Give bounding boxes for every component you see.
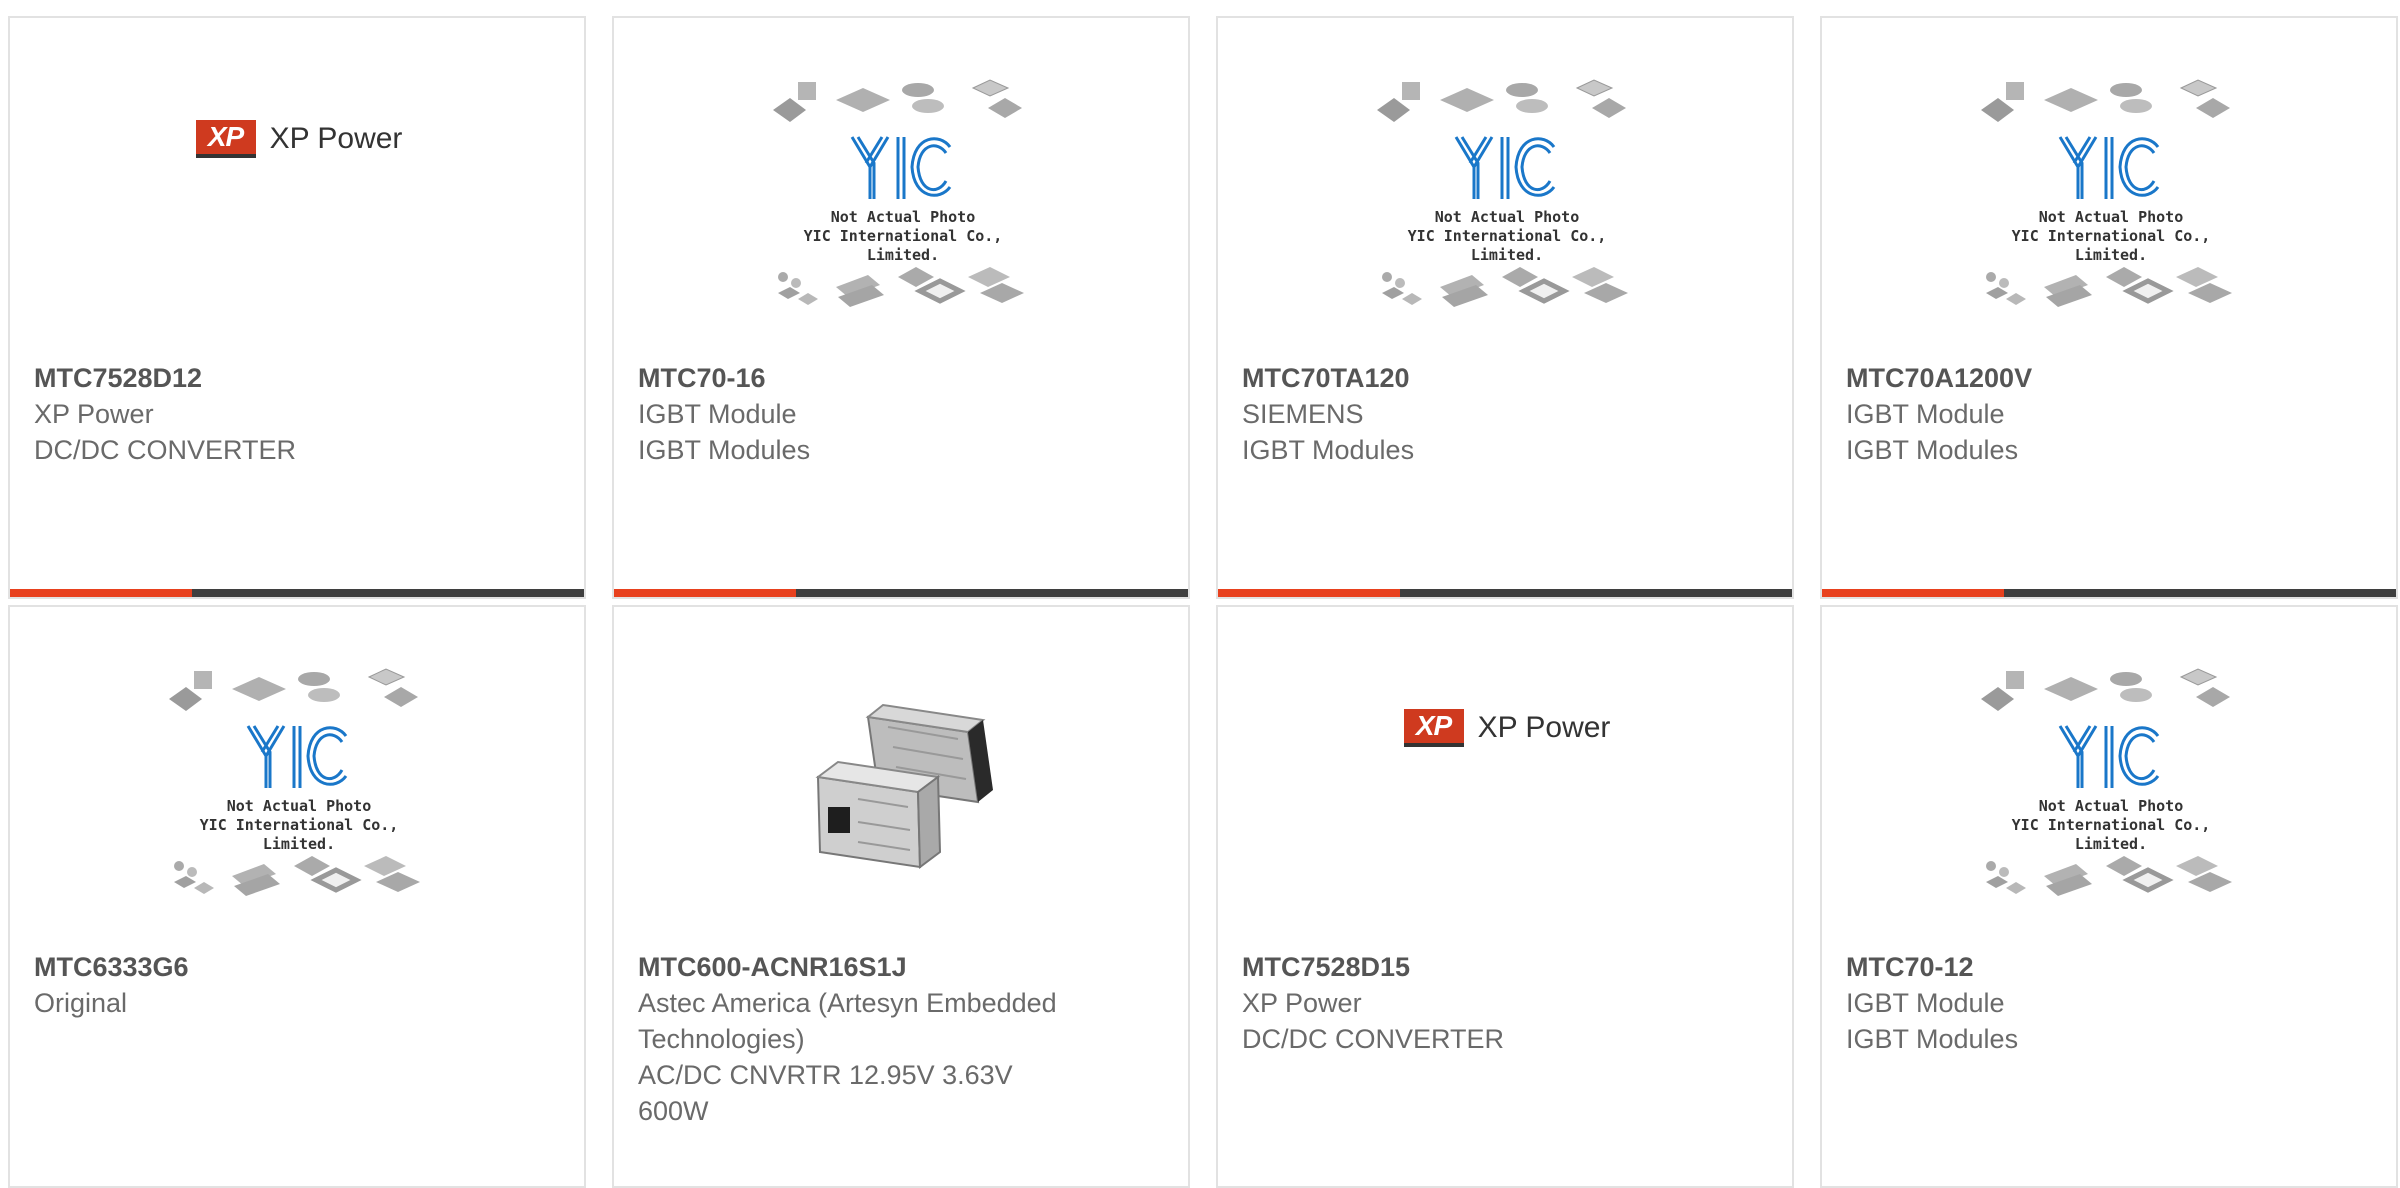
manufacturer: IGBT Module — [1846, 988, 2005, 1018]
yic-caption-line2: YIC International Co., Limited. — [803, 227, 1003, 264]
description: DC/DC CONVERTER — [34, 435, 297, 465]
product-card[interactable]: XP XP Power MTC7528D12 XP Power DC/DC CO… — [8, 16, 586, 599]
product-card[interactable]: XP XP Power MTC7528D15 XP Power DC/DC CO… — [1216, 605, 1794, 1188]
yic-caption-line2: YIC International Co., Limited. — [1407, 227, 1607, 264]
description: DC/DC CONVERTER — [1242, 1024, 1505, 1054]
yic-logo-icon — [246, 725, 348, 788]
yic-caption: Not Actual Photo YIC International Co., … — [1976, 208, 2246, 265]
product-image[interactable]: XP XP Power — [10, 78, 584, 318]
product-card[interactable]: Not Actual Photo YIC International Co., … — [1216, 16, 1794, 599]
chip-icons-bottom — [1382, 267, 1628, 307]
description: Original — [34, 988, 128, 1018]
description: IGBT Modules — [1846, 435, 2019, 465]
chip-icons-bottom — [778, 267, 1024, 307]
product-image[interactable]: Not Actual Photo YIC International Co., … — [1822, 78, 2396, 318]
yic-placeholder-image: Not Actual Photo YIC International Co., … — [768, 78, 1038, 318]
product-card[interactable]: MTC600-ACNR16S1J Astec America (Artesyn … — [612, 605, 1190, 1188]
yic-caption-line1: Not Actual Photo — [1434, 208, 1580, 226]
product-card[interactable]: Not Actual Photo YIC International Co., … — [1820, 16, 2398, 599]
manufacturer: XP Power — [34, 399, 154, 429]
yic-logo-icon — [2058, 136, 2160, 199]
chip-icons-bottom — [1986, 856, 2232, 896]
product-image[interactable]: XP XP Power — [1218, 667, 1792, 907]
yic-placeholder-image: Not Actual Photo YIC International Co., … — [1976, 667, 2246, 907]
part-number-link[interactable]: MTC70-12 — [1846, 949, 2266, 985]
yic-caption-line1: Not Actual Photo — [2038, 208, 2184, 226]
product-image[interactable]: Not Actual Photo YIC International Co., … — [614, 78, 1188, 318]
product-image[interactable]: Not Actual Photo YIC International Co., … — [1822, 667, 2396, 907]
power-supply-photo — [798, 687, 1008, 887]
yic-caption-line1: Not Actual Photo — [830, 208, 976, 226]
yic-caption: Not Actual Photo YIC International Co., … — [1372, 208, 1642, 265]
chip-icons-top — [773, 79, 1022, 122]
manufacturer: SIEMENS — [1242, 399, 1364, 429]
chip-icons-bottom — [1986, 267, 2232, 307]
part-number-link[interactable]: MTC70TA120 — [1242, 360, 1662, 396]
card-bottom-bar — [1822, 589, 2396, 597]
description: AC/DC CNVRTR 12.95V 3.63V 600W — [638, 1060, 1013, 1126]
product-image[interactable]: Not Actual Photo YIC International Co., … — [10, 667, 584, 907]
product-image[interactable]: Not Actual Photo YIC International Co., … — [1218, 78, 1792, 318]
yic-caption-line2: YIC International Co., Limited. — [199, 816, 399, 853]
product-image[interactable] — [614, 667, 1188, 907]
part-number-link[interactable]: MTC6333G6 — [34, 949, 454, 985]
product-card[interactable]: Not Actual Photo YIC International Co., … — [8, 605, 586, 1188]
yic-caption: Not Actual Photo YIC International Co., … — [164, 797, 434, 854]
yic-caption-line1: Not Actual Photo — [2038, 797, 2184, 815]
manufacturer: Astec America (Artesyn Embedded Technolo… — [638, 988, 1057, 1054]
yic-caption-line1: Not Actual Photo — [226, 797, 372, 815]
manufacturer: IGBT Module — [638, 399, 797, 429]
card-bottom-bar — [10, 589, 584, 597]
chip-icons-top — [169, 668, 418, 711]
yic-logo-icon — [1454, 136, 1556, 199]
chip-icons-top — [1981, 668, 2230, 711]
product-card[interactable]: Not Actual Photo YIC International Co., … — [1820, 605, 2398, 1188]
chip-icons-top — [1377, 79, 1626, 122]
manufacturer: IGBT Module — [1846, 399, 2005, 429]
yic-placeholder-image: Not Actual Photo YIC International Co., … — [1372, 78, 1642, 318]
card-bottom-bar — [614, 589, 1188, 597]
description: IGBT Modules — [638, 435, 811, 465]
yic-caption: Not Actual Photo YIC International Co., … — [768, 208, 1038, 265]
yic-caption-line2: YIC International Co., Limited. — [2011, 227, 2211, 264]
part-number-link[interactable]: MTC7528D15 — [1242, 949, 1662, 985]
part-number-link[interactable]: MTC600-ACNR16S1J — [638, 949, 1058, 985]
manufacturer: XP Power — [1242, 988, 1362, 1018]
part-number-link[interactable]: MTC70-16 — [638, 360, 1058, 396]
description: IGBT Modules — [1242, 435, 1415, 465]
chip-icons-top — [1981, 79, 2230, 122]
yic-caption-line2: YIC International Co., Limited. — [2011, 816, 2211, 853]
product-card[interactable]: Not Actual Photo YIC International Co., … — [612, 16, 1190, 599]
yic-caption: Not Actual Photo YIC International Co., … — [1976, 797, 2246, 854]
yic-logo-icon — [2058, 725, 2160, 788]
card-bottom-bar — [1218, 589, 1792, 597]
chip-icons-bottom — [174, 856, 420, 896]
description: IGBT Modules — [1846, 1024, 2019, 1054]
yic-placeholder-image: Not Actual Photo YIC International Co., … — [164, 667, 434, 907]
yic-placeholder-image: Not Actual Photo YIC International Co., … — [1976, 78, 2246, 318]
xp-power-logo: XP XP Power — [195, 120, 402, 158]
xp-power-logo: XP XP Power — [1403, 709, 1610, 747]
yic-logo-icon — [850, 136, 952, 199]
part-number-link[interactable]: MTC70A1200V — [1846, 360, 2266, 396]
part-number-link[interactable]: MTC7528D12 — [34, 360, 454, 396]
